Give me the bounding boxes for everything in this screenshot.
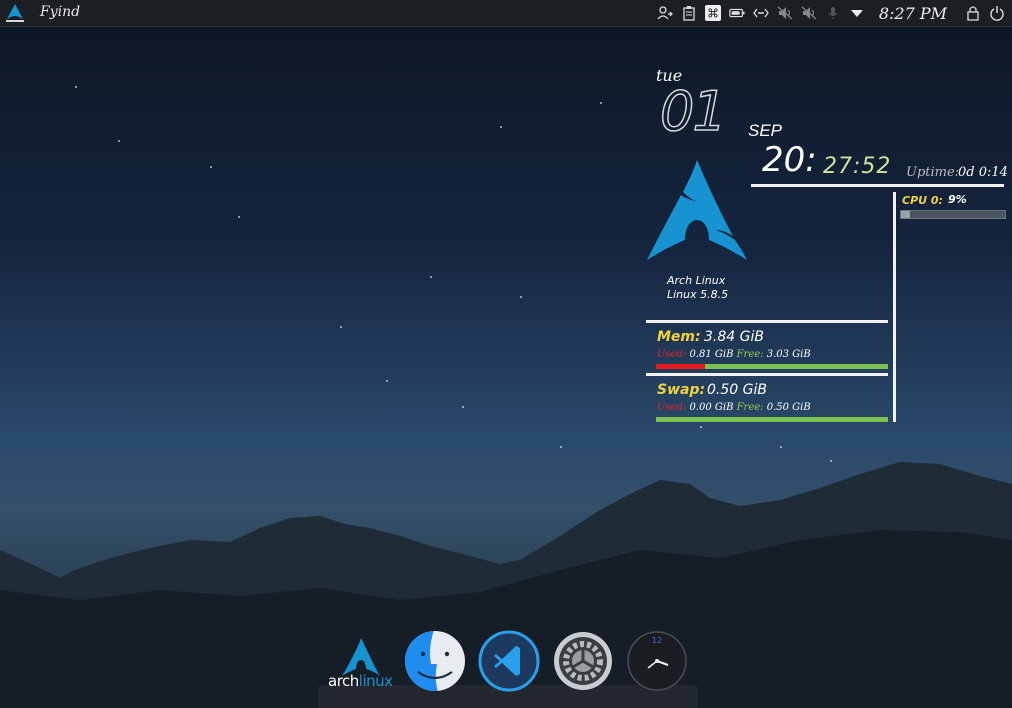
dropdown-icon[interactable] [848,4,866,22]
dock-item-finder[interactable] [404,630,466,692]
dock-item-clock[interactable]: 12 [626,630,688,692]
command-icon[interactable]: ⌘ [704,4,722,22]
power-icon[interactable] [988,4,1006,22]
arch-word: arch [328,672,359,690]
clipboard-icon[interactable] [680,4,698,22]
clock-app-icon: 12 [627,631,687,691]
svg-text:12: 12 [652,636,662,645]
uptime-value: 0d 0:14 [958,165,1008,180]
dock-arch-label: archlinux [328,672,393,690]
dock-item-vscode[interactable] [478,630,540,692]
kernel-version: Linux 5.8.5 [667,288,729,301]
conky-hour: 20: [762,140,817,180]
swap-used-label: Used: [657,402,687,413]
settings-icon [554,632,612,690]
swap-value: 0.50 GiB [707,382,767,398]
cpu-bar-fill [901,211,911,218]
lock-icon[interactable] [964,4,982,22]
os-name: Arch Linux [667,274,726,287]
divider [646,373,888,376]
volume-muted-icon[interactable] [800,4,818,22]
vscode-icon [478,630,540,692]
conky-month: SEP [748,121,783,140]
network-icon[interactable] [752,4,770,22]
top-panel: Fyind ⌘ 8:27 PM [0,0,1012,27]
mem-detail: Used: 0.81 GiB Free: 3.03 GiB [657,349,811,360]
cpu-bar [900,210,1006,219]
microphone-icon[interactable] [824,4,842,22]
mem-bar [656,364,888,369]
arch-linux-logo [647,160,747,260]
user-switch-icon[interactable] [656,4,674,22]
linux-word: linux [358,672,393,690]
battery-icon[interactable] [728,4,746,22]
divider [893,192,896,422]
conky-date: 01 [659,79,727,144]
system-tray: ⌘ 8:27 PM [653,0,1012,26]
svg-text:⌘: ⌘ [707,7,719,21]
cpu-value: 9% [948,193,967,206]
swap-bar [656,417,888,422]
dock-item-settings[interactable] [552,630,614,692]
swap-free: 0.50 GiB [766,402,811,413]
mem-used-label: Used: [657,349,687,360]
volume-muted-icon[interactable] [776,4,794,22]
mem-label: Mem: [657,329,701,345]
arch-linux-icon[interactable] [4,3,26,23]
mem-used: 0.81 GiB [689,349,734,360]
cpu-label: CPU 0: [902,194,943,207]
conky-minutes: 27:52 [823,154,892,179]
uptime-label: Uptime: [906,165,960,180]
swap-label: Swap: [657,382,706,398]
divider [646,320,888,323]
swap-detail: Used: 0.00 GiB Free: 0.50 GiB [657,402,811,413]
mem-free: 3.03 GiB [766,349,811,360]
mem-bar-fill [656,364,705,369]
panel-clock[interactable]: 8:27 PM [879,4,947,23]
swap-free-label: Free: [736,402,764,413]
swap-used: 0.00 GiB [689,402,734,413]
mem-value: 3.84 GiB [704,329,764,345]
mem-free-label: Free: [736,349,764,360]
divider [751,184,1004,187]
finder-icon [405,631,465,691]
active-app-name[interactable]: Fyind [40,4,80,20]
